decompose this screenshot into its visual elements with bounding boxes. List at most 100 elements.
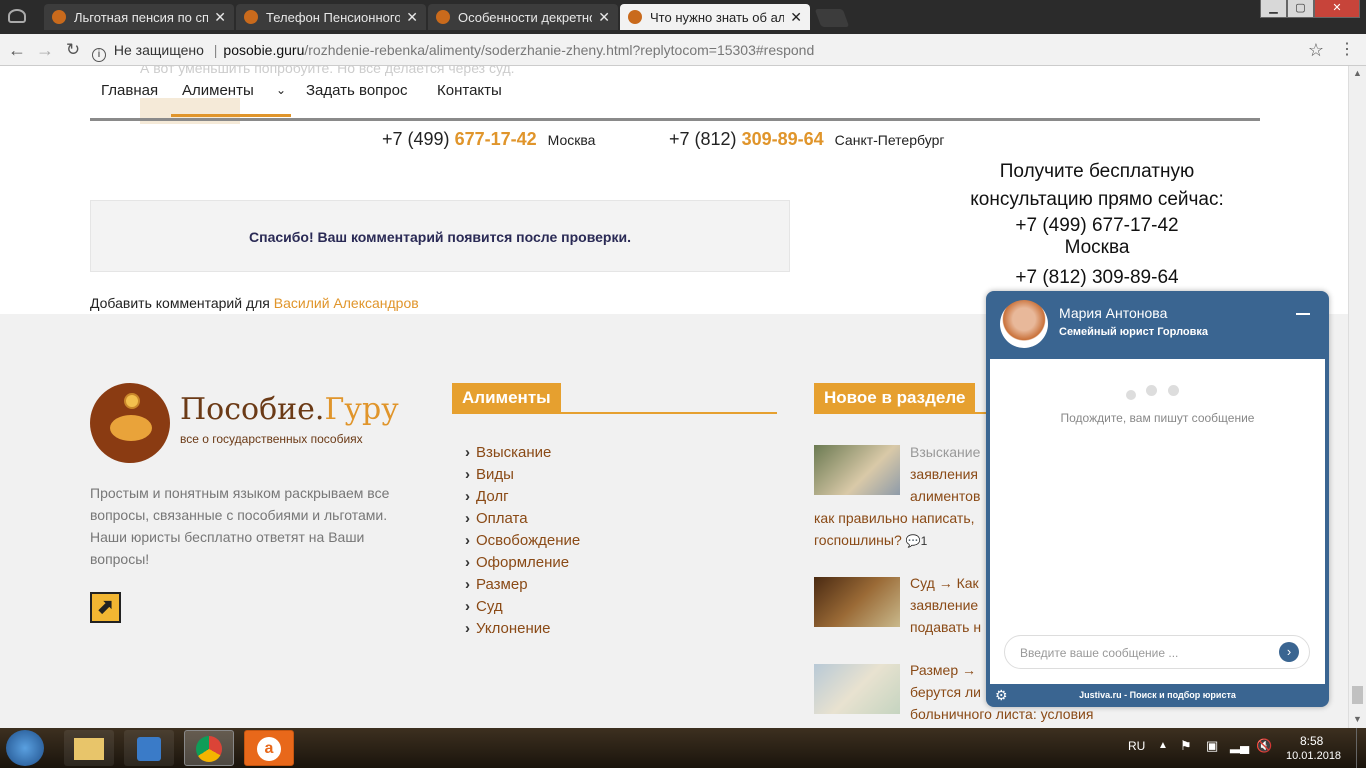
browser-tab-bar: Льготная пенсия по спи ✕ Телефон Пенсионн… xyxy=(0,0,1366,34)
alimenty-link[interactable]: Долг xyxy=(465,488,509,505)
alimenty-link[interactable]: Суд xyxy=(465,598,503,615)
typing-indicator-icon xyxy=(1126,385,1179,405)
add-comment-label: Добавить комментарий для xyxy=(90,295,270,311)
media-player-icon[interactable] xyxy=(124,730,174,766)
add-comment-line: Добавить комментарий для Василий Алексан… xyxy=(90,295,419,311)
phone-prefix: +7 (499) xyxy=(382,129,450,149)
tab-4-active[interactable]: Что нужно знать об али ✕ xyxy=(620,4,810,30)
reload-icon[interactable]: ↻ xyxy=(62,39,84,61)
alimenty-link[interactable]: Взыскание xyxy=(465,444,551,461)
news-thumbnail[interactable] xyxy=(814,577,900,627)
tab-3[interactable]: Особенности декретног ✕ xyxy=(428,4,618,30)
maximize-window-button[interactable]: ▢ xyxy=(1287,0,1314,18)
url-path: /rozhdenie-rebenka/alimenty/soderzhanie-… xyxy=(304,42,815,58)
chrome-icon[interactable] xyxy=(184,730,234,766)
thanks-box: Спасибо! Ваш комментарий появится после … xyxy=(90,200,790,272)
start-button-icon[interactable] xyxy=(6,730,44,766)
url-bar[interactable]: i Не защищено | posobie.guru/rozhdenie-re… xyxy=(92,37,1332,63)
comment-count: 1 xyxy=(920,534,928,548)
scroll-down-icon[interactable]: ▼ xyxy=(1353,714,1362,724)
alimenty-link[interactable]: Оплата xyxy=(465,510,528,527)
agent-title: Семейный юрист Горловка xyxy=(1059,326,1209,338)
chat-body: Подождите, вам пишут сообщение Введите в… xyxy=(990,359,1325,684)
network-icon[interactable]: ▣ xyxy=(1206,738,1218,754)
new-tab-button[interactable] xyxy=(814,9,850,27)
menu-item-home[interactable]: Главная xyxy=(101,82,158,99)
show-desktop-button[interactable] xyxy=(1356,728,1366,768)
alimenty-link[interactable]: Размер xyxy=(465,576,528,593)
alimenty-link[interactable]: Оформление xyxy=(465,554,569,571)
close-tab-icon[interactable]: ✕ xyxy=(598,9,610,26)
chat-footer-text[interactable]: Justiva.ru - Поиск и подбор юриста xyxy=(986,690,1329,700)
minimize-window-button[interactable]: ▁ xyxy=(1260,0,1287,18)
menu-divider xyxy=(90,118,1260,121)
url-domain: posobie.guru xyxy=(223,42,305,58)
explorer-icon[interactable] xyxy=(64,730,114,766)
consult-phone-2[interactable]: +7 (812) 309-89-64 xyxy=(957,264,1237,292)
clock-date[interactable]: 10.01.2018 xyxy=(1286,750,1341,762)
menu-item-contacts[interactable]: Контакты xyxy=(437,82,502,99)
alimenty-section-title: Алименты xyxy=(452,383,561,413)
avast-icon[interactable]: a xyxy=(244,730,294,766)
tab-2[interactable]: Телефон Пенсионного ф ✕ xyxy=(236,4,426,30)
clock-time[interactable]: 8:58 xyxy=(1300,734,1323,748)
alimenty-link[interactable]: Освобождение xyxy=(465,532,580,549)
site-favicon-icon xyxy=(436,10,450,24)
close-tab-icon[interactable]: ✕ xyxy=(406,9,418,26)
alimenty-link[interactable]: Виды xyxy=(465,466,514,483)
close-tab-icon[interactable]: ✕ xyxy=(214,9,226,26)
close-window-button[interactable]: ✕ xyxy=(1314,0,1360,18)
tab-title: Особенности декретног xyxy=(458,9,593,25)
language-indicator[interactable]: RU xyxy=(1128,739,1145,753)
incognito-icon xyxy=(8,9,26,23)
page-scrollbar[interactable]: ▲ ▼ xyxy=(1348,66,1366,728)
tray-arrow-icon[interactable]: ▲ xyxy=(1158,740,1168,751)
signal-icon[interactable]: ▂▄ xyxy=(1230,738,1249,754)
news-line: алиментов xyxy=(910,488,981,504)
info-icon[interactable]: i xyxy=(92,48,106,62)
flag-icon[interactable]: ⚑ xyxy=(1180,738,1192,754)
typing-text: Подождите, вам пишут сообщение xyxy=(1060,411,1255,425)
chevron-down-icon[interactable]: ⌄ xyxy=(276,83,286,97)
menu-kebab-icon[interactable]: ⋮ xyxy=(1336,39,1358,61)
send-icon[interactable]: › xyxy=(1279,642,1299,662)
back-icon[interactable]: ← xyxy=(6,39,28,61)
news-category: Суд → Как xyxy=(910,575,979,591)
faded-comment-text: А вот уменьшить попробуйте. Но все делае… xyxy=(140,66,515,76)
bookmark-star-icon[interactable]: ☆ xyxy=(1305,39,1327,61)
arrow-link-icon[interactable]: ⬈ xyxy=(90,592,121,623)
message-input[interactable]: Введите ваше сообщение ... › xyxy=(1004,635,1310,669)
news-item[interactable]: Взыскание заявления алиментов xyxy=(910,441,980,507)
windows-taskbar: a RU ▲ ⚑ ▣ ▂▄ 🔇 8:58 10.01.2018 xyxy=(0,728,1366,768)
site-favicon-icon xyxy=(628,10,642,24)
volume-icon[interactable]: 🔇 xyxy=(1256,738,1272,754)
scrollbar-thumb[interactable] xyxy=(1352,686,1363,704)
phone-prefix: +7 (812) xyxy=(669,129,737,149)
logo-name[interactable]: Пособие.Гуру xyxy=(180,392,399,427)
thanks-message: Спасибо! Ваш комментарий появится после … xyxy=(249,229,631,245)
menu-item-alimenty[interactable]: Алименты xyxy=(182,82,254,99)
minimize-chat-icon[interactable] xyxy=(1296,313,1310,315)
alimenty-link[interactable]: Уклонение xyxy=(465,620,550,637)
piggy-bank-logo-icon[interactable] xyxy=(90,383,170,463)
news-thumbnail[interactable] xyxy=(814,445,900,495)
footer-about-text: Простым и понятным языком раскрываем все… xyxy=(90,485,390,567)
menu-item-ask[interactable]: Задать вопрос xyxy=(306,82,407,99)
news-thumbnail[interactable] xyxy=(814,664,900,714)
news-item-cont[interactable]: как правильно написать, госпошлины? 💬1 xyxy=(814,507,975,552)
logo-tagline: все о государственных пособиях xyxy=(180,432,363,446)
logo-name-part: Пособие. xyxy=(180,392,325,427)
scroll-up-icon[interactable]: ▲ xyxy=(1353,68,1362,78)
site-favicon-icon xyxy=(244,10,258,24)
close-tab-icon[interactable]: ✕ xyxy=(790,9,802,26)
news-title-line xyxy=(814,412,989,414)
phone-moscow[interactable]: +7 (499) 677-17-42 Москва xyxy=(382,129,595,150)
forward-icon[interactable]: → xyxy=(34,39,56,61)
add-comment-author-link[interactable]: Василий Александров xyxy=(274,295,419,311)
consult-phone-1[interactable]: +7 (499) 677-17-42 xyxy=(957,214,1237,238)
phone-number: 677-17-42 xyxy=(454,129,537,149)
news-item[interactable]: Суд → Как заявление подавать н xyxy=(910,572,981,638)
tab-1[interactable]: Льготная пенсия по спи ✕ xyxy=(44,4,234,30)
phone-spb[interactable]: +7 (812) 309-89-64 Санкт-Петербург xyxy=(669,129,944,150)
agent-avatar xyxy=(1000,300,1048,348)
